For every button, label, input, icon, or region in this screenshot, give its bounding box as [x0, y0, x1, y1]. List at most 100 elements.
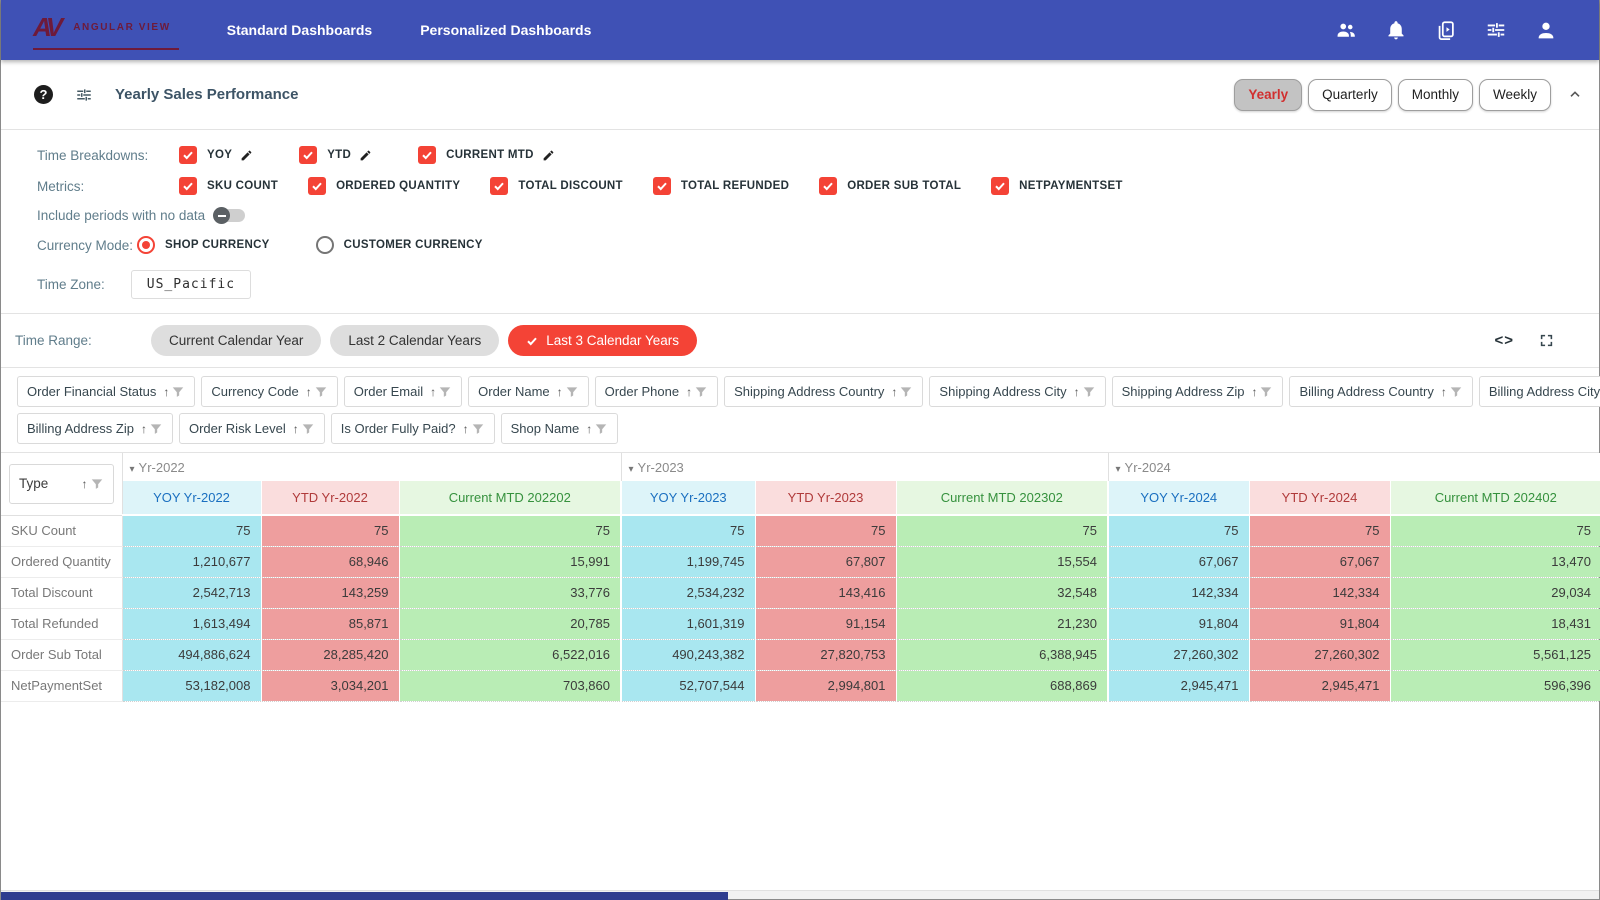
- table-row-order-sub-total: Order Sub Total494,886,62428,285,4206,52…: [1, 639, 1600, 670]
- period-button-quarterly[interactable]: Quarterly: [1308, 79, 1392, 111]
- edit-icon[interactable]: [359, 149, 372, 162]
- table-cell: 67,807: [755, 546, 896, 577]
- sort-arrow-icon: ↑: [557, 385, 563, 399]
- type-column-header[interactable]: Type↑: [9, 464, 114, 504]
- time-range-pill-current-calendar-year[interactable]: Current Calendar Year: [151, 325, 321, 356]
- filter-chip-currency-code[interactable]: Currency Code↑: [201, 376, 337, 407]
- checkbox-yoy[interactable]: [179, 146, 197, 164]
- filter-chip-order-name[interactable]: Order Name ↑: [468, 376, 589, 407]
- edit-icon[interactable]: [542, 149, 555, 162]
- time-range-row: Time Range: Current Calendar YearLast 2 …: [1, 314, 1599, 368]
- copy-icon[interactable]: [1433, 17, 1459, 43]
- chip-label: Order Risk Level: [189, 421, 286, 436]
- filter-chip-billing-address-zip[interactable]: Billing Address Zip↑: [17, 413, 173, 444]
- column-header-row: YOY Yr-2022YTD Yr-2022Current MTD 202202…: [1, 481, 1600, 515]
- checkbox-order-sub-total[interactable]: [819, 177, 837, 195]
- group-header-row: Type↑▾Yr-2022▾Yr-2023▾Yr-2024: [1, 453, 1600, 481]
- year-group-header-yr-2022[interactable]: ▾Yr-2022: [122, 453, 621, 481]
- collapse-panel-icon[interactable]: [1565, 85, 1585, 105]
- filter-chip-shipping-address-city[interactable]: Shipping Address City↑: [929, 376, 1105, 407]
- time-range-pill-last-3-calendar-years[interactable]: Last 3 Calendar Years: [508, 325, 697, 356]
- checkbox-sku-count[interactable]: [179, 177, 197, 195]
- table-cell: 75: [755, 515, 896, 546]
- help-icon[interactable]: ?: [34, 85, 53, 104]
- group-collapse-icon: ▾: [1116, 464, 1121, 475]
- edit-icon[interactable]: [240, 149, 253, 162]
- table-cell: 1,601,319: [621, 608, 755, 639]
- currency-mode-options: SHOP CURRENCYCUSTOMER CURRENCY: [137, 236, 529, 254]
- check-icon: [994, 180, 1006, 192]
- period-button-weekly[interactable]: Weekly: [1479, 79, 1551, 111]
- column-header-current-mtd-202402[interactable]: Current MTD 202402: [1390, 481, 1600, 515]
- filter-chip-shipping-address-zip[interactable]: Shipping Address Zip↑: [1112, 376, 1284, 407]
- chip-label: Currency Code: [211, 384, 298, 399]
- include-periods-label: Include periods with no data: [37, 208, 205, 223]
- filter-chip-order-phone[interactable]: Order Phone↑: [595, 376, 718, 407]
- checkbox-item-sku-count: SKU COUNT: [179, 177, 278, 195]
- filter-chip-shipping-address-country[interactable]: Shipping Address Country↑: [724, 376, 923, 407]
- filter-chip-order-email[interactable]: Order Email↑: [344, 376, 462, 407]
- chip-label: Billing Address Country: [1299, 384, 1433, 399]
- column-header-ytd-yr-2022[interactable]: YTD Yr-2022: [261, 481, 399, 515]
- radio-shop-currency[interactable]: [137, 236, 155, 254]
- column-header-ytd-yr-2024[interactable]: YTD Yr-2024: [1249, 481, 1390, 515]
- checkbox-item-order-sub-total: ORDER SUB TOTAL: [819, 177, 961, 195]
- period-button-monthly[interactable]: Monthly: [1398, 79, 1473, 111]
- filter-chips-row-2: Billing Address Zip↑Order Risk Level↑Is …: [17, 413, 1589, 444]
- code-icon[interactable]: <>: [1494, 332, 1514, 349]
- column-header-yoy-yr-2022[interactable]: YOY Yr-2022: [122, 481, 261, 515]
- table-cell: 2,994,801: [755, 670, 896, 701]
- checkbox-total-refunded[interactable]: [653, 177, 671, 195]
- table-cell: 596,396: [1390, 670, 1600, 701]
- report-settings-icon[interactable]: [75, 86, 93, 104]
- notifications-icon[interactable]: [1383, 17, 1409, 43]
- filter-chip-billing-address-country[interactable]: Billing Address Country↑: [1289, 376, 1472, 407]
- people-icon[interactable]: [1333, 17, 1359, 43]
- year-group-header-yr-2024[interactable]: ▾Yr-2024: [1108, 453, 1600, 481]
- checkbox-netpaymentset[interactable]: [991, 177, 1009, 195]
- year-group-header-yr-2023[interactable]: ▾Yr-2023: [621, 453, 1108, 481]
- radio-item-shop-currency: SHOP CURRENCY: [137, 236, 270, 254]
- tune-icon[interactable]: [1483, 17, 1509, 43]
- filter-chip-is-order-fully-paid[interactable]: Is Order Fully Paid?↑: [331, 413, 495, 444]
- topbar-actions: [1333, 17, 1559, 43]
- column-header-ytd-yr-2023[interactable]: YTD Yr-2023: [755, 481, 896, 515]
- filter-funnel-icon: [171, 385, 185, 399]
- filter-funnel-icon: [565, 385, 579, 399]
- tab-personalized-dashboards[interactable]: Personalized Dashboards: [420, 22, 591, 38]
- filter-chip-order-risk-level[interactable]: Order Risk Level↑: [179, 413, 325, 444]
- row-label: NetPaymentSet: [1, 670, 122, 701]
- chip-label: Order Name: [478, 384, 550, 399]
- period-button-group: YearlyQuarterlyMonthlyWeekly: [1234, 79, 1551, 111]
- horizontal-scrollbar-thumb[interactable]: [1, 892, 728, 900]
- include-periods-toggle[interactable]: [215, 209, 245, 222]
- time-range-pill-last-2-calendar-years[interactable]: Last 2 Calendar Years: [330, 325, 499, 356]
- time-zone-select[interactable]: US_Pacific: [131, 270, 251, 299]
- checkbox-ytd[interactable]: [299, 146, 317, 164]
- filter-chips-area: Order Financial Status↑Currency Code↑Ord…: [1, 368, 1599, 453]
- checkbox-label: ORDERED QUANTITY: [336, 180, 460, 192]
- checkbox-ordered-quantity[interactable]: [308, 177, 326, 195]
- column-header-current-mtd-202202[interactable]: Current MTD 202202: [399, 481, 621, 515]
- account-icon[interactable]: [1533, 17, 1559, 43]
- filter-chip-shop-name[interactable]: Shop Name↑: [501, 413, 619, 444]
- brand-name: ANGULAR VIEW: [73, 22, 171, 33]
- radio-customer-currency[interactable]: [316, 236, 334, 254]
- column-header-current-mtd-202302[interactable]: Current MTD 202302: [896, 481, 1108, 515]
- checkbox-current-mtd[interactable]: [418, 146, 436, 164]
- column-header-yoy-yr-2024[interactable]: YOY Yr-2024: [1108, 481, 1249, 515]
- period-button-yearly[interactable]: Yearly: [1234, 79, 1302, 111]
- filter-chip-order-financial-status[interactable]: Order Financial Status↑: [17, 376, 195, 407]
- filter-chip-billing-address-city[interactable]: Billing Address City↑: [1479, 376, 1600, 407]
- sort-arrow-icon: ↑: [1074, 385, 1080, 399]
- checkbox-total-discount[interactable]: [490, 177, 508, 195]
- checkbox-label: SKU COUNT: [207, 180, 278, 192]
- fullscreen-icon[interactable]: [1538, 332, 1555, 349]
- currency-mode-label: Currency Mode:: [37, 238, 137, 253]
- column-header-yoy-yr-2023[interactable]: YOY Yr-2023: [621, 481, 755, 515]
- tab-standard-dashboards[interactable]: Standard Dashboards: [227, 22, 372, 38]
- brand-logo[interactable]: AV ANGULAR VIEW: [33, 10, 179, 50]
- currency-mode-row: Currency Mode: SHOP CURRENCYCUSTOMER CUR…: [37, 236, 1599, 254]
- filter-funnel-icon: [594, 422, 608, 436]
- filter-funnel-icon: [1259, 385, 1273, 399]
